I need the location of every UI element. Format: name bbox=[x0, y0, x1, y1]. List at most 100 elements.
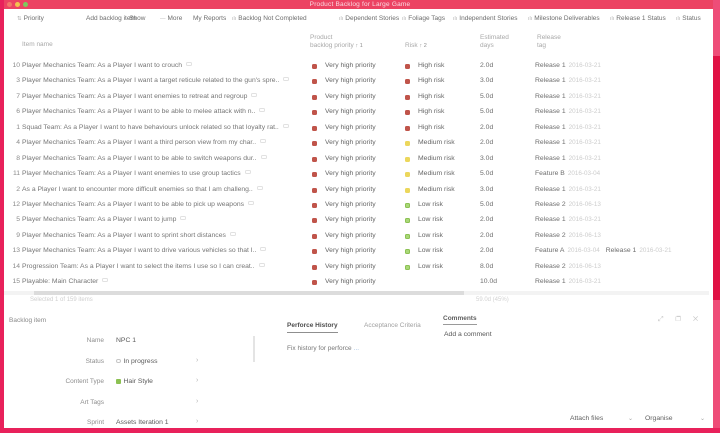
vertical-scrollbar[interactable] bbox=[713, 56, 720, 300]
table-row[interactable]: 7 Player Mechanics Team: As a Player I w… bbox=[4, 89, 709, 104]
table-row[interactable]: 12 Player Mechanics Team: As a Player I … bbox=[4, 197, 709, 212]
chevron-right-icon[interactable]: › bbox=[196, 418, 198, 425]
table-row[interactable]: 15 Playable: Main Character Very high pr… bbox=[4, 274, 709, 289]
release-tag-date: 2016-03-21 bbox=[569, 77, 601, 84]
row-priority: Very high priority bbox=[325, 232, 376, 239]
toolbar-item-icon: ılı bbox=[339, 16, 343, 22]
row-priority: Very high priority bbox=[325, 139, 376, 146]
toolbar-button[interactable]: ⇅Priority bbox=[17, 15, 44, 22]
table-row[interactable]: 10 Player Mechanics Team: As a Player I … bbox=[4, 58, 709, 73]
release-tag-name: Release 1 bbox=[535, 155, 566, 162]
priority-dot-icon bbox=[312, 95, 317, 100]
row-estimated-days: 2.0d bbox=[480, 124, 493, 131]
table-row[interactable]: 6 Player Mechanics Team: As a Player I w… bbox=[4, 104, 709, 119]
history-more-link[interactable]: ... bbox=[354, 345, 359, 352]
toolbar-button[interactable]: ılıStatus bbox=[676, 15, 701, 22]
row-risk: Medium risk bbox=[418, 139, 455, 146]
row-id: 11 bbox=[6, 170, 20, 177]
table-row[interactable]: 13 Player Mechanics Team: As a Player I … bbox=[4, 243, 709, 258]
row-item-name: Player Mechanics Team: As a Player I wan… bbox=[22, 77, 304, 84]
toolbar-button[interactable]: ılıRelease 1 Status bbox=[610, 15, 666, 22]
toolbar-button[interactable]: ılıIndependent Stories bbox=[453, 15, 517, 22]
toolbar-item-label: Show bbox=[129, 15, 145, 22]
row-item-name: Player Mechanics Team: As a Player I wan… bbox=[22, 93, 304, 100]
toolbar-button[interactable]: —More bbox=[160, 15, 182, 22]
row-risk: Low risk bbox=[418, 247, 443, 254]
toolbar-button[interactable]: My Reports bbox=[191, 15, 226, 22]
row-item-name: Player Mechanics Team: As a Player I wan… bbox=[22, 232, 304, 239]
priority-dot-icon bbox=[312, 157, 317, 162]
column-header-release-tag[interactable]: Release tag bbox=[537, 34, 561, 50]
table-row[interactable]: 11 Player Mechanics Team: As a Player I … bbox=[4, 166, 709, 181]
comment-bubble-icon bbox=[245, 170, 251, 174]
toolbar-button[interactable]: ılıFoliage Tags bbox=[402, 15, 445, 22]
release-tag-name: Release 2 bbox=[535, 263, 566, 270]
comment-bubble-icon bbox=[259, 108, 265, 112]
row-estimated-days: 5.0d bbox=[480, 170, 493, 177]
row-id: 14 bbox=[6, 263, 20, 270]
toolbar-button[interactable]: ılıBacklog Not Completed bbox=[232, 15, 307, 22]
row-priority: Very high priority bbox=[325, 155, 376, 162]
risk-dot-icon bbox=[405, 95, 410, 100]
table-row[interactable]: 14 Progression Team: As a Player I want … bbox=[4, 259, 709, 274]
release-tag-date: 2016-03-21 bbox=[569, 278, 601, 285]
priority-dot-icon bbox=[312, 141, 317, 146]
field-value-dropdown[interactable]: NPC 1 bbox=[116, 337, 136, 344]
risk-dot-icon bbox=[405, 126, 410, 131]
horizontal-scrollbar-track[interactable] bbox=[4, 291, 709, 295]
release-tag-name: Feature A bbox=[535, 247, 564, 254]
horizontal-scrollbar-thumb[interactable] bbox=[34, 291, 464, 295]
table-row[interactable]: 9 Player Mechanics Team: As a Player I w… bbox=[4, 228, 709, 243]
toolbar-button[interactable]: ılıMilestone Deliverables bbox=[528, 15, 600, 22]
table-row[interactable]: 1 Squad Team: As a Player I want to have… bbox=[4, 120, 709, 135]
release-tag-date: 2016-03-04 bbox=[567, 247, 599, 254]
table-row[interactable]: 4 Player Mechanics Team: As a Player I w… bbox=[4, 135, 709, 150]
detail-field: Name NPC 1 › bbox=[4, 332, 264, 353]
field-value-dropdown[interactable]: Assets Iteration 1 bbox=[116, 419, 169, 426]
detail-field: Content Type Hair Style › bbox=[4, 373, 264, 394]
panel-corner-icons[interactable]: ⤢ ❐ ✕ bbox=[658, 316, 703, 324]
row-id: 1 bbox=[6, 124, 20, 131]
field-value-dropdown[interactable]: Hair Style bbox=[116, 378, 153, 385]
comment-bubble-icon bbox=[283, 77, 289, 81]
table-row[interactable]: 3 Player Mechanics Team: As a Player I w… bbox=[4, 73, 709, 88]
panel-scrollbar[interactable] bbox=[253, 336, 255, 362]
risk-dot-icon bbox=[405, 141, 410, 146]
tab-perforce-history[interactable]: Perforce History bbox=[287, 322, 338, 333]
organise-button[interactable]: Organise bbox=[645, 415, 673, 422]
row-priority: Very high priority bbox=[325, 93, 376, 100]
row-release-tags: Release 12016-03-21 bbox=[535, 62, 607, 69]
chevron-right-icon[interactable]: › bbox=[196, 377, 198, 384]
release-tag-name: Release 1 bbox=[535, 124, 566, 131]
toolbar-item-icon: ılı bbox=[528, 16, 532, 22]
field-label: Sprint bbox=[4, 419, 104, 426]
toolbar-button[interactable]: ılıDependent Stories bbox=[339, 15, 399, 22]
organise-caret-icon[interactable]: ⌄ bbox=[700, 415, 705, 422]
priority-dot-icon bbox=[312, 265, 317, 270]
table-row[interactable]: 2 As a Player I want to encounter more d… bbox=[4, 182, 709, 197]
toolbar-item-icon: ılı bbox=[232, 16, 236, 22]
row-id: 4 bbox=[6, 139, 20, 146]
release-tag-date: 2016-06-13 bbox=[569, 201, 601, 208]
tab-acceptance-criteria[interactable]: Acceptance Criteria bbox=[364, 322, 421, 332]
column-header-estimated-days[interactable]: Estimated days bbox=[480, 34, 509, 50]
table-row[interactable]: 5 Player Mechanics Team: As a Player I w… bbox=[4, 212, 709, 227]
table-row[interactable]: 8 Player Mechanics Team: As a Player I w… bbox=[4, 151, 709, 166]
toolbar-button[interactable]: ⁖Show bbox=[124, 15, 146, 22]
toolbar-item-label: More bbox=[168, 15, 183, 22]
field-value-dropdown[interactable]: In progress bbox=[116, 358, 158, 365]
release-tag-date: 2016-03-21 bbox=[639, 247, 671, 254]
row-risk: Medium risk bbox=[418, 155, 455, 162]
chevron-right-icon[interactable]: › bbox=[196, 357, 198, 364]
column-header-item-name[interactable]: Item name bbox=[22, 41, 53, 49]
row-item-name: Player Mechanics Team: As a Player I wan… bbox=[22, 155, 304, 162]
chevron-right-icon[interactable]: › bbox=[196, 398, 198, 405]
window-title: Product Backlog for Large Game bbox=[0, 1, 720, 8]
column-header-priority[interactable]: Product backlog priority ↑ 1 bbox=[310, 34, 363, 50]
comment-bubble-icon bbox=[261, 155, 267, 159]
attach-files-button[interactable]: Attach files bbox=[570, 415, 603, 422]
add-comment-button[interactable]: Add a comment bbox=[444, 331, 492, 338]
column-header-risk[interactable]: Risk ↑ 2 bbox=[405, 42, 427, 50]
row-item-name: Progression Team: As a Player I want to … bbox=[22, 263, 304, 270]
attach-files-caret-icon[interactable]: ⌄ bbox=[628, 415, 633, 422]
